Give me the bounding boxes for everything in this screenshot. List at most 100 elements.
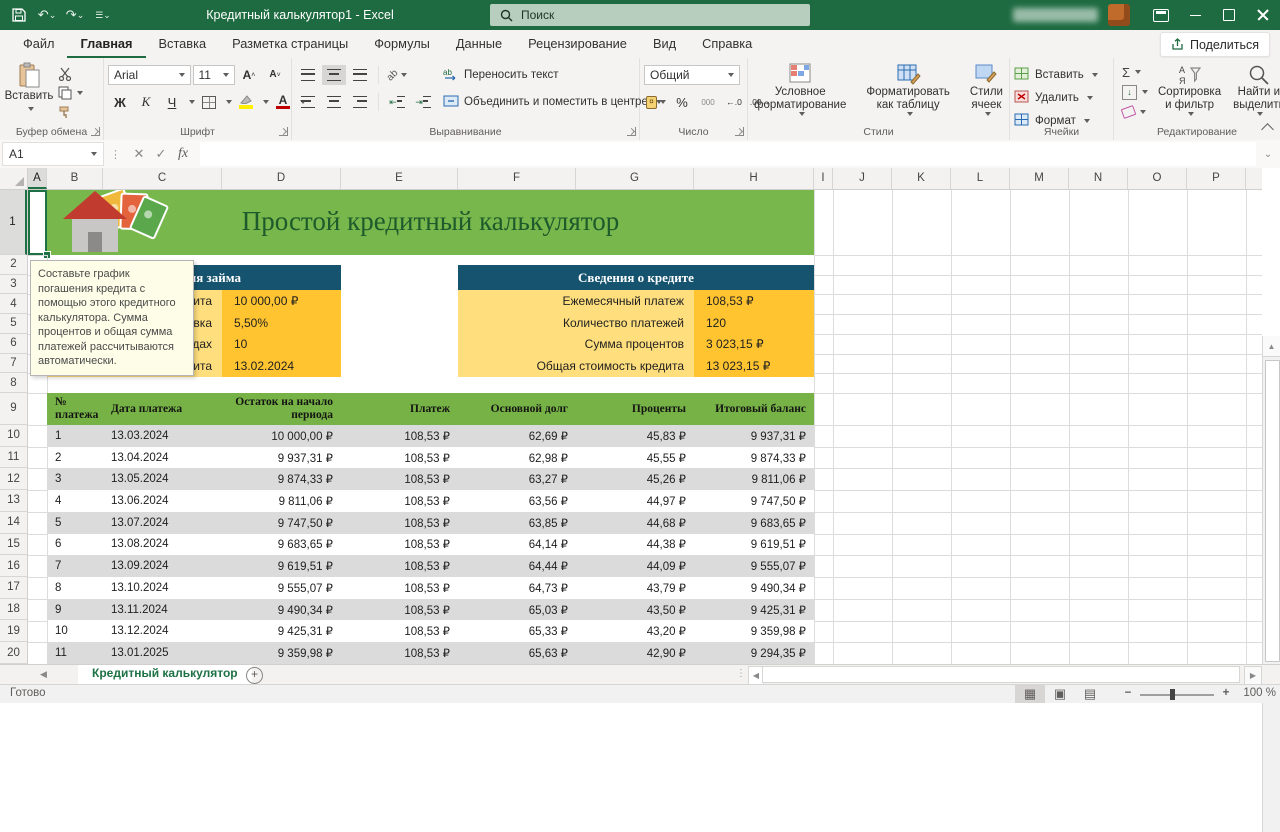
- underline-button[interactable]: Ч: [160, 92, 184, 112]
- enter-icon[interactable]: ✓: [150, 143, 172, 165]
- schedule-cell[interactable]: 9 747,50 ₽: [222, 512, 341, 534]
- schedule-cell[interactable]: 42,90 ₽: [576, 642, 694, 664]
- number-format-select[interactable]: Общий: [644, 65, 740, 85]
- thousands-icon[interactable]: 000: [696, 92, 720, 112]
- info-value-cell[interactable]: 13 023,15 ₽: [694, 355, 814, 377]
- schedule-cell[interactable]: 8: [47, 577, 103, 599]
- schedule-cell[interactable]: 9: [47, 599, 103, 621]
- find-select-button[interactable]: Найти и выделить: [1227, 62, 1280, 124]
- copy-button[interactable]: [56, 84, 85, 102]
- tab-Разметка страницы[interactable]: Разметка страницы: [219, 30, 361, 58]
- schedule-cell[interactable]: 9 619,51 ₽: [694, 534, 814, 556]
- schedule-cell[interactable]: 108,53 ₽: [341, 555, 458, 577]
- schedule-header-cell[interactable]: Дата платежа: [103, 393, 222, 425]
- schedule-cell[interactable]: 9 619,51 ₽: [222, 555, 341, 577]
- schedule-cell[interactable]: 63,27 ₽: [458, 468, 576, 490]
- schedule-cell[interactable]: 108,53 ₽: [341, 512, 458, 534]
- schedule-cell[interactable]: 108,53 ₽: [341, 642, 458, 664]
- column-header-E[interactable]: E: [341, 168, 458, 189]
- add-sheet-button[interactable]: +: [246, 667, 263, 684]
- align-middle-icon[interactable]: [322, 65, 346, 85]
- row-header-4[interactable]: 4: [0, 294, 27, 314]
- schedule-cell[interactable]: 44,68 ₽: [576, 512, 694, 534]
- schedule-cell[interactable]: 13.01.2025: [103, 642, 222, 664]
- schedule-cell[interactable]: 108,53 ₽: [341, 577, 458, 599]
- tab-Главная[interactable]: Главная: [67, 30, 145, 58]
- schedule-cell[interactable]: 62,69 ₽: [458, 425, 576, 447]
- tab-Рецензирование[interactable]: Рецензирование: [515, 30, 640, 58]
- schedule-cell[interactable]: 65,63 ₽: [458, 642, 576, 664]
- schedule-cell[interactable]: 1: [47, 425, 103, 447]
- schedule-cell[interactable]: 13.06.2024: [103, 490, 222, 512]
- schedule-cell[interactable]: 13.11.2024: [103, 599, 222, 621]
- schedule-cell[interactable]: 9 747,50 ₽: [694, 490, 814, 512]
- schedule-cell[interactable]: 9 490,34 ₽: [222, 599, 341, 621]
- tab-Вид[interactable]: Вид: [640, 30, 689, 58]
- schedule-cell[interactable]: 44,38 ₽: [576, 534, 694, 556]
- insert-cells-button[interactable]: Вставить: [1014, 64, 1109, 86]
- avatar[interactable]: [1108, 4, 1130, 26]
- alignment-dialog-launcher[interactable]: [627, 127, 636, 136]
- schedule-cell[interactable]: 9 874,33 ₽: [222, 468, 341, 490]
- scroll-up-icon[interactable]: ▲: [1263, 336, 1280, 357]
- schedule-cell[interactable]: 9 294,35 ₽: [694, 642, 814, 664]
- info-value-cell[interactable]: 5,50%: [222, 312, 341, 334]
- format-as-table-button[interactable]: Форматировать как таблицу: [860, 62, 955, 116]
- column-header-D[interactable]: D: [222, 168, 341, 189]
- column-header-O[interactable]: O: [1128, 168, 1187, 189]
- schedule-cell[interactable]: 9 490,34 ₽: [694, 577, 814, 599]
- vertical-scroll-thumb[interactable]: [1265, 360, 1280, 662]
- italic-button[interactable]: К: [134, 92, 158, 112]
- accounting-icon[interactable]: ¤: [644, 92, 668, 112]
- schedule-cell[interactable]: 9 425,31 ₽: [694, 599, 814, 621]
- schedule-cell[interactable]: 45,26 ₽: [576, 468, 694, 490]
- column-header-G[interactable]: G: [576, 168, 694, 189]
- horizontal-scroll-thumb[interactable]: [762, 666, 1240, 683]
- scroll-right-icon[interactable]: ▶: [1244, 666, 1262, 685]
- schedule-cell[interactable]: 108,53 ₽: [341, 599, 458, 621]
- info-value-cell[interactable]: 120: [694, 312, 814, 334]
- decrease-font-icon[interactable]: А˅: [263, 65, 287, 85]
- namebox-splitter[interactable]: ⋮: [104, 148, 128, 161]
- schedule-header-cell[interactable]: Итоговый баланс: [694, 393, 814, 425]
- schedule-cell[interactable]: 9 359,98 ₽: [694, 620, 814, 642]
- schedule-header-cell[interactable]: Основной долг: [458, 393, 576, 425]
- column-header-I[interactable]: I: [814, 168, 833, 189]
- column-header-F[interactable]: F: [458, 168, 576, 189]
- schedule-cell[interactable]: 11: [47, 642, 103, 664]
- schedule-cell[interactable]: 45,55 ₽: [576, 447, 694, 469]
- schedule-cell[interactable]: 108,53 ₽: [341, 468, 458, 490]
- schedule-cell[interactable]: 44,97 ₽: [576, 490, 694, 512]
- zoom-slider[interactable]: [1140, 694, 1214, 696]
- schedule-cell[interactable]: 13.03.2024: [103, 425, 222, 447]
- merge-center-button[interactable]: Объединить и поместить в центре: [443, 91, 662, 113]
- font-size-select[interactable]: 11: [193, 65, 235, 85]
- schedule-cell[interactable]: 44,09 ₽: [576, 555, 694, 577]
- info-value-cell[interactable]: 13.02.2024: [222, 355, 341, 377]
- share-button[interactable]: Поделиться: [1160, 32, 1270, 57]
- maximize-button[interactable]: [1212, 0, 1246, 30]
- clipboard-dialog-launcher[interactable]: [91, 127, 100, 136]
- ribbon-display-options-icon[interactable]: [1144, 0, 1178, 30]
- column-header-P[interactable]: P: [1187, 168, 1246, 189]
- schedule-cell[interactable]: 13.12.2024: [103, 620, 222, 642]
- view-normal-button[interactable]: ▦: [1015, 685, 1045, 703]
- schedule-cell[interactable]: 108,53 ₽: [341, 620, 458, 642]
- delete-cells-button[interactable]: Удалить: [1014, 87, 1109, 109]
- increase-decimal-icon[interactable]: ←.0: [722, 92, 746, 112]
- increase-indent-icon[interactable]: ⇥: [411, 92, 435, 112]
- schedule-cell[interactable]: 13.09.2024: [103, 555, 222, 577]
- tab-Данные[interactable]: Данные: [443, 30, 515, 58]
- schedule-cell[interactable]: 45,83 ₽: [576, 425, 694, 447]
- cancel-icon[interactable]: ✕: [128, 143, 150, 165]
- borders-icon[interactable]: [197, 92, 221, 112]
- schedule-cell[interactable]: 108,53 ₽: [341, 447, 458, 469]
- tab-Формулы[interactable]: Формулы: [361, 30, 443, 58]
- select-all-corner[interactable]: [0, 168, 28, 190]
- row-header-12[interactable]: 12: [0, 468, 27, 490]
- vertical-scrollbar[interactable]: ▲: [1262, 336, 1280, 832]
- schedule-cell[interactable]: 64,44 ₽: [458, 555, 576, 577]
- increase-font-icon[interactable]: А˄: [237, 65, 261, 85]
- schedule-cell[interactable]: 63,85 ₽: [458, 512, 576, 534]
- column-header-H[interactable]: H: [694, 168, 814, 189]
